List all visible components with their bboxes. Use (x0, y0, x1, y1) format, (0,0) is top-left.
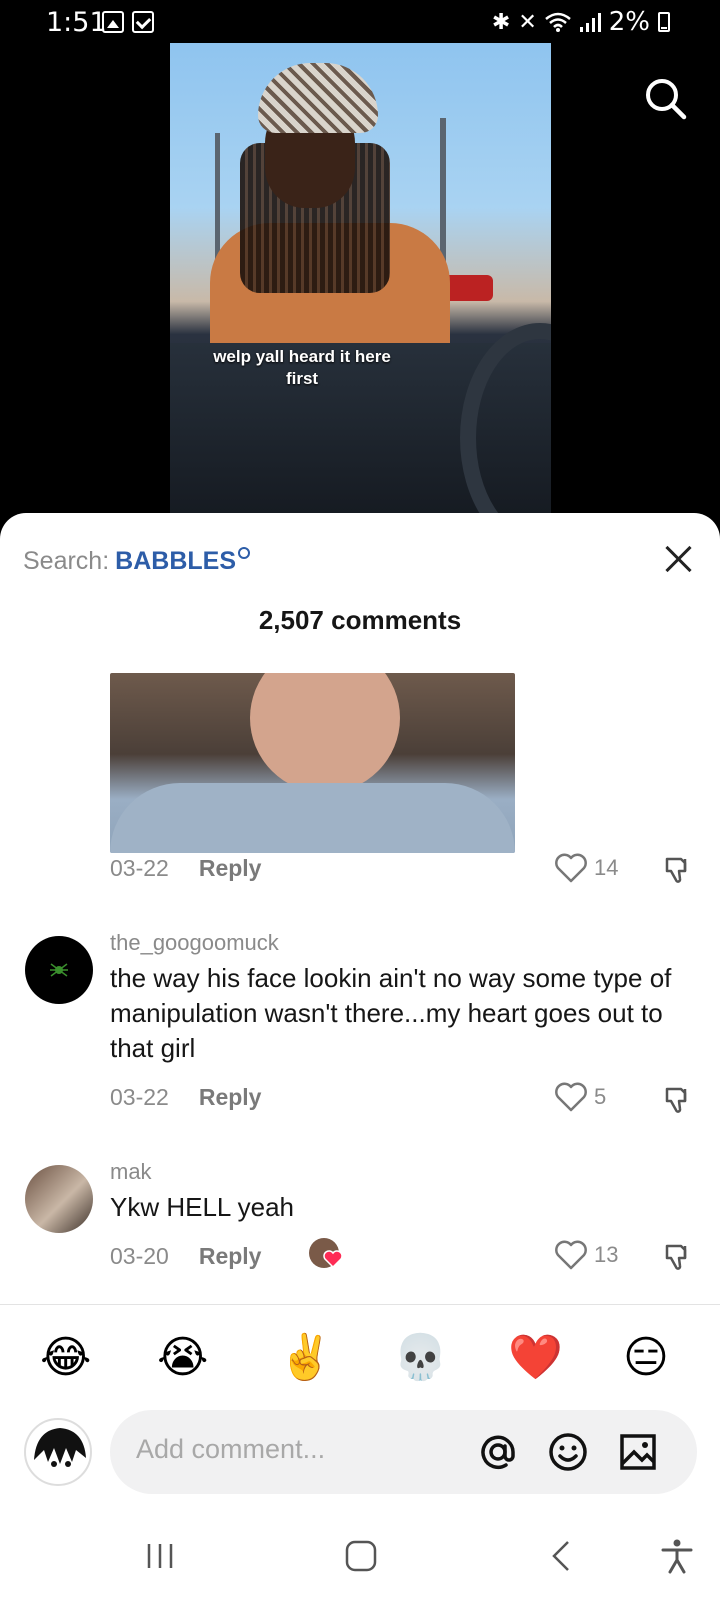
heart-icon (555, 853, 587, 883)
avatar[interactable] (25, 1165, 93, 1233)
comment-meta: 03-22 Reply (110, 855, 261, 882)
image-icon[interactable] (616, 1430, 660, 1474)
comment-date: 03-20 (110, 1243, 169, 1269)
reply-button[interactable]: Reply (199, 1243, 262, 1270)
back-icon[interactable] (542, 1538, 582, 1574)
status-notification-icons (102, 11, 154, 33)
signal-icon (579, 13, 601, 32)
comment-username[interactable]: the_googoomuck (110, 930, 279, 956)
status-time: 1:51 (46, 7, 107, 38)
comment-username[interactable]: mak (110, 1159, 152, 1185)
home-icon[interactable] (341, 1538, 381, 1574)
check-notification-icon (132, 11, 154, 33)
reply-button[interactable]: Reply (199, 855, 262, 882)
like-button[interactable]: 14 (554, 853, 618, 883)
search-term-icon (238, 547, 251, 559)
system-navigation-bar (0, 1510, 720, 1600)
search-term[interactable]: BABBLES (115, 547, 236, 575)
comment-meta: 03-20 Reply (110, 1243, 261, 1270)
status-bar: 1:51 ✱ ✕ 2% (0, 0, 720, 44)
comment-count: 2,507 comments (258, 605, 462, 635)
comment-meta: 03-22 Reply (110, 1084, 261, 1111)
comment-date: 03-22 (110, 855, 169, 881)
dislike-icon[interactable] (663, 1085, 693, 1115)
emoji-expressionless[interactable]: 😑 (623, 1330, 669, 1386)
divider (0, 1304, 720, 1305)
battery-percent: 2% (608, 7, 650, 37)
like-count: 13 (594, 1242, 619, 1267)
comment-date: 03-22 (110, 1084, 169, 1110)
heart-icon (323, 1250, 343, 1268)
mute-icon: ✕ (518, 9, 537, 35)
video-player[interactable]: welp yall heard it here first (170, 43, 551, 513)
emoji-quick-bar: 😂 😭 ✌️ 💀 ❤️ 😑 (0, 1330, 720, 1390)
dislike-icon[interactable] (663, 855, 693, 885)
dislike-icon[interactable] (663, 1242, 693, 1272)
bluetooth-icon: ✱ (491, 9, 511, 35)
search-icon[interactable] (643, 76, 687, 120)
mention-icon[interactable] (476, 1430, 520, 1474)
recents-icon[interactable] (140, 1538, 180, 1574)
add-comment-input[interactable]: Add comment... (110, 1410, 697, 1494)
emoji-cry[interactable]: 😭 (157, 1330, 208, 1386)
emoji-laugh[interactable]: 😂 (40, 1330, 91, 1386)
reply-button[interactable]: Reply (199, 1084, 262, 1111)
person-bandana (258, 63, 378, 133)
gallery-notification-icon (102, 11, 124, 33)
search-label: Search: (23, 547, 110, 575)
comment-photo[interactable] (110, 673, 515, 853)
spider-icon (50, 963, 68, 977)
heart-icon (555, 1240, 587, 1270)
close-button[interactable] (662, 542, 696, 576)
battery-icon (658, 12, 670, 32)
emoji-heart[interactable]: ❤️ (508, 1330, 563, 1386)
emoji-victory[interactable]: ✌️ (278, 1330, 333, 1386)
heart-icon (555, 1082, 587, 1112)
video-caption: welp yall heard it here first (213, 347, 391, 388)
like-button[interactable]: 13 (554, 1240, 618, 1270)
photo-face (250, 673, 400, 793)
wifi-icon (544, 12, 571, 32)
photo-shirt (110, 783, 515, 853)
like-count: 5 (594, 1084, 607, 1109)
my-avatar (24, 1418, 92, 1486)
search-suggestion[interactable]: Search: BABBLES (23, 547, 251, 576)
comment-text: the way his face lookin ain't no way som… (110, 963, 672, 1063)
status-right: ✱ ✕ 2% (492, 7, 670, 37)
like-count: 14 (594, 855, 619, 880)
like-button[interactable]: 5 (554, 1082, 606, 1112)
comment-text: Ykw HELL yeah (110, 1192, 295, 1222)
emoji-icon[interactable] (546, 1430, 590, 1474)
accessibility-icon[interactable] (657, 1538, 697, 1574)
avatar[interactable] (25, 936, 93, 1004)
creator-liked-avatar (309, 1238, 343, 1268)
emoji-skull[interactable]: 💀 (393, 1330, 448, 1386)
add-comment-placeholder: Add comment... (136, 1434, 326, 1464)
